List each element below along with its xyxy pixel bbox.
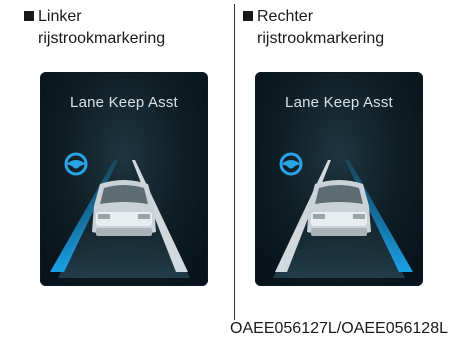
figure-code: OAEE056127L/OAEE056128L (230, 320, 448, 337)
left-cluster-display: Lane Keep Asst (40, 72, 208, 286)
right-caption: Rechter rijstrookmarkering (243, 6, 384, 50)
car-rear-icon (92, 180, 156, 236)
left-caption-line1: Linker (38, 8, 82, 25)
right-lane-panel: Rechter rijstrookmarkering Lane Keep Ass… (229, 0, 458, 320)
left-caption-line2: rijstrookmarkering (38, 30, 166, 47)
steering-wheel-icon (64, 152, 88, 176)
left-lane-graphic (50, 152, 190, 278)
right-caption-line1: Rechter (257, 8, 314, 25)
car-rear-icon (307, 180, 371, 236)
steering-wheel-icon (279, 152, 303, 176)
left-lane-panel: Linker rijstrookmarkering Lane Keep Asst (0, 0, 229, 320)
bullet-square-icon (243, 11, 253, 21)
right-lane-graphic (273, 152, 413, 278)
left-caption: Linker rijstrookmarkering (24, 6, 165, 50)
right-cluster-display: Lane Keep Asst (255, 72, 423, 286)
bullet-square-icon (24, 11, 34, 21)
right-caption-line2: rijstrookmarkering (257, 30, 385, 47)
